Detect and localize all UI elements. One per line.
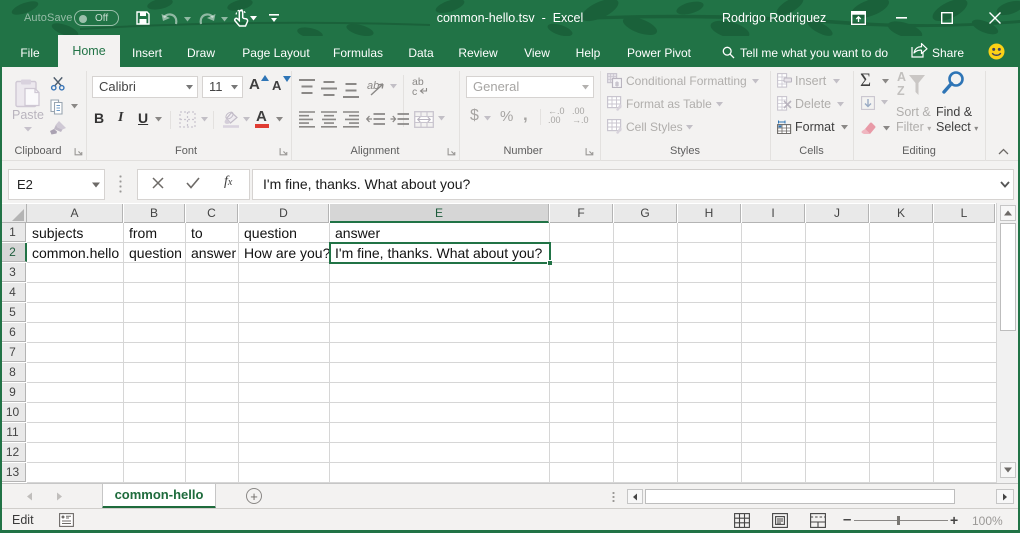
svg-text:c: c [412,86,417,96]
svg-text:ab: ab [367,80,379,92]
